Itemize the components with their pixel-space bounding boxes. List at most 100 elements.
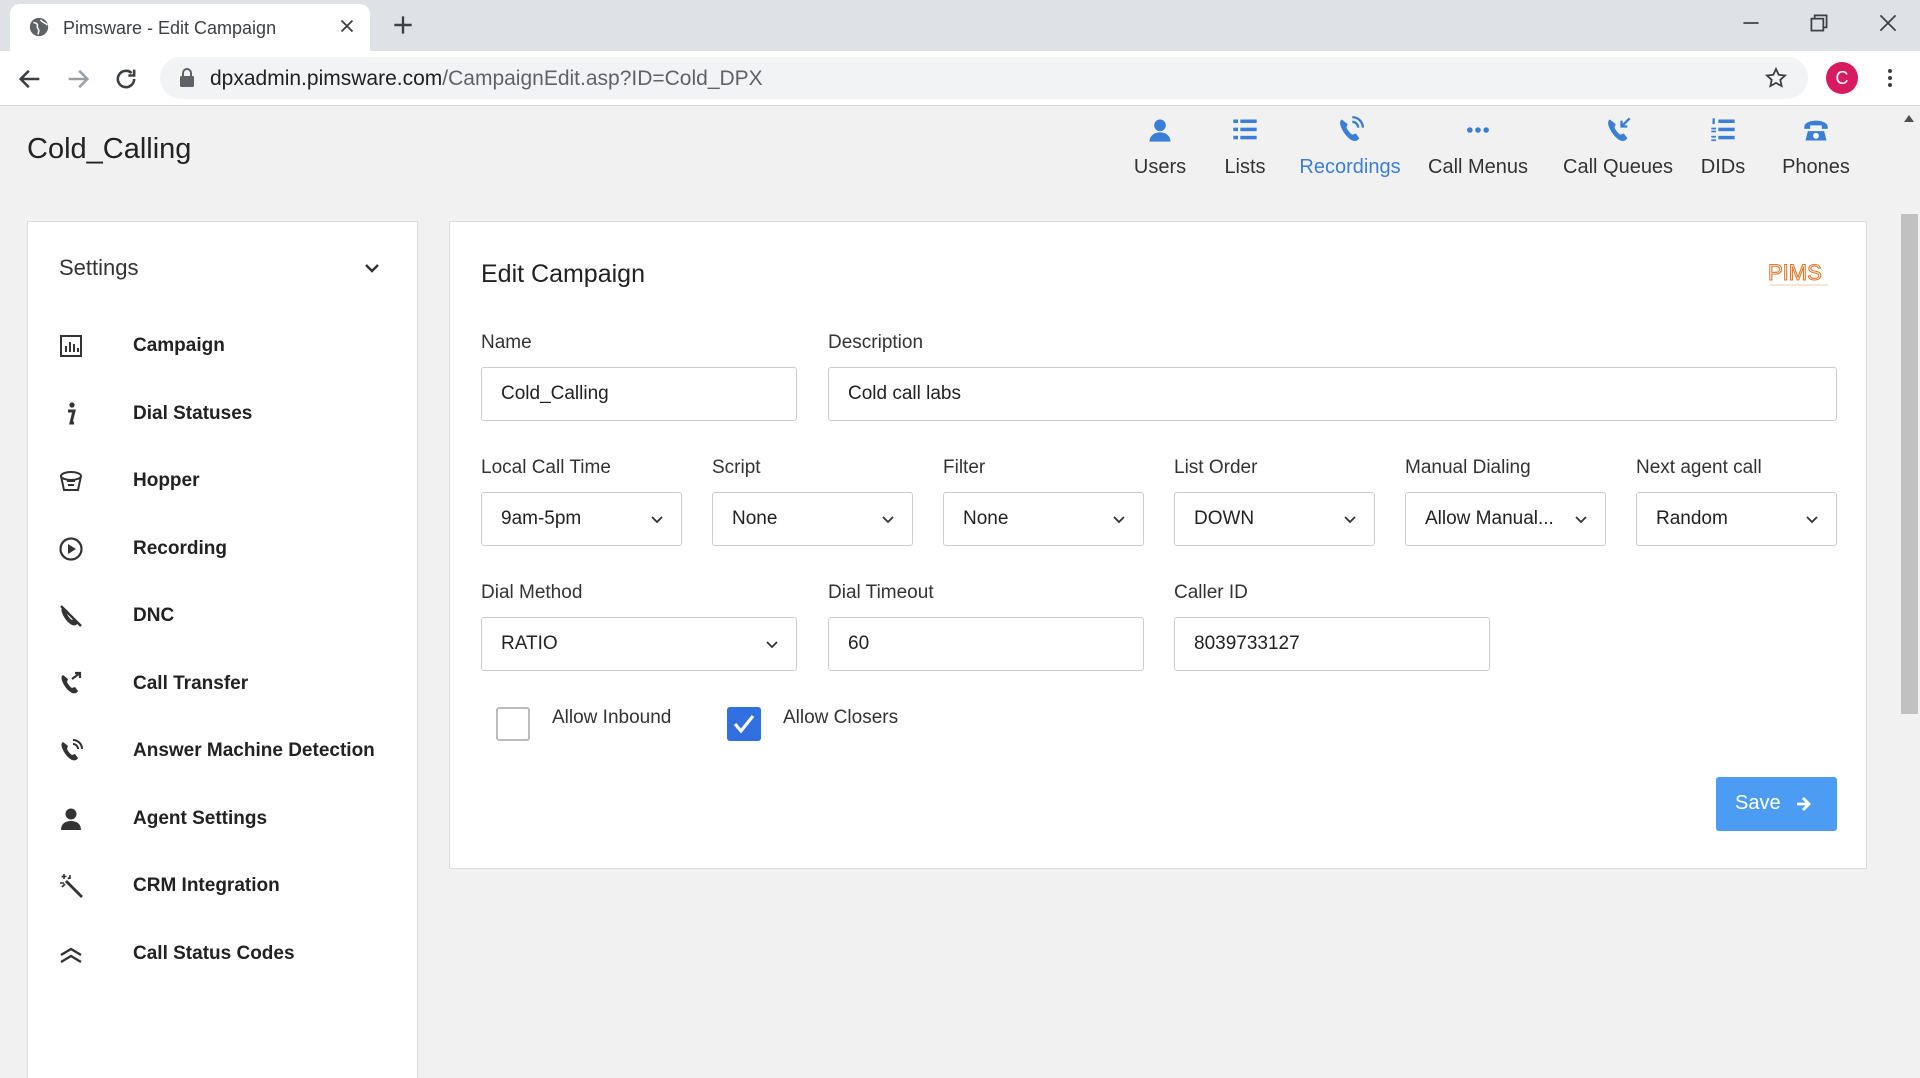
nav-dids[interactable]: DIDs <box>1693 116 1753 179</box>
chevron-down-icon <box>1806 516 1818 524</box>
next-agent-call-select[interactable]: Random <box>1636 492 1837 546</box>
lock-icon <box>180 68 194 87</box>
sidebar-item-label: CRM Integration <box>133 875 280 896</box>
chevron-down-icon <box>1113 516 1125 524</box>
allow-closers-label: Allow Closers <box>783 707 899 728</box>
numbered-list-icon <box>1711 118 1735 142</box>
sidebar-item-label: DNC <box>133 605 175 626</box>
profile-avatar[interactable]: C <box>1826 62 1858 94</box>
page-title: Cold_Calling <box>27 133 192 165</box>
sidebar-item-label: Recording <box>133 538 227 559</box>
restore-icon[interactable] <box>1806 10 1832 36</box>
url-host: dpxadmin.pimsware.com <box>210 67 443 90</box>
dial-method-select[interactable]: RATIO <box>481 617 797 671</box>
name-label: Name <box>481 332 532 353</box>
phone-slash-icon <box>60 605 82 627</box>
description-label: Description <box>828 332 924 353</box>
script-label: Script <box>712 457 761 478</box>
allow-inbound-checkbox[interactable] <box>496 707 530 741</box>
browser-tab[interactable]: Pimsware - Edit Campaign <box>10 4 370 51</box>
tab-title: Pimsware - Edit Campaign <box>63 18 277 38</box>
scrollbar-thumb[interactable] <box>1901 214 1918 714</box>
sidebar-item-dnc[interactable]: DNC <box>58 595 398 635</box>
allow-inbound-label: Allow Inbound <box>552 707 672 728</box>
sidebar-item-hopper[interactable]: Hopper <box>58 460 398 500</box>
list-order-value: DOWN <box>1194 508 1255 529</box>
sidebar-item-answer-machine-detection[interactable]: Answer Machine Detection <box>58 730 398 770</box>
back-arrow-icon[interactable] <box>16 65 44 93</box>
chevron-down-icon <box>1344 516 1356 524</box>
nav-phones[interactable]: Phones <box>1776 116 1856 179</box>
nav-label: Lists <box>1224 156 1266 178</box>
dial-timeout-input[interactable]: 60 <box>828 617 1144 671</box>
minimize-icon[interactable] <box>1738 10 1764 36</box>
script-select[interactable]: None <box>712 492 913 546</box>
nav-label: Call Menus <box>1428 156 1529 178</box>
nav-call-queues[interactable]: Call Queues <box>1563 116 1673 179</box>
address-bar[interactable]: dpxadmin.pimsware.com/CampaignEdit.asp?I… <box>160 57 1808 99</box>
filter-value: None <box>963 508 1009 529</box>
sidebar-item-call-transfer[interactable]: Call Transfer <box>58 663 398 703</box>
url-text: dpxadmin.pimsware.com/CampaignEdit.asp?I… <box>210 67 763 91</box>
chevron-down-icon <box>651 516 663 524</box>
nav-users[interactable]: Users <box>1125 116 1195 179</box>
bookmark-star-icon[interactable] <box>1764 66 1788 90</box>
dial-method-label: Dial Method <box>481 582 583 603</box>
manual-dialing-select[interactable]: Allow Manual... <box>1405 492 1606 546</box>
scroll-up-arrow-icon[interactable] <box>1903 114 1915 124</box>
checkmark-icon <box>733 715 755 734</box>
chevrons-up-icon <box>60 947 82 964</box>
close-window-icon[interactable] <box>1875 10 1901 36</box>
url-path: /CampaignEdit.asp?ID=Cold_DPX <box>442 67 763 90</box>
allow-closers-checkbox[interactable] <box>727 707 761 741</box>
sidebar-item-label: Dial Statuses <box>133 403 253 424</box>
filter-select[interactable]: None <box>943 492 1144 546</box>
nav-call-menus[interactable]: Call Menus <box>1428 116 1528 179</box>
nav-lists[interactable]: Lists <box>1210 116 1280 179</box>
local-call-time-label: Local Call Time <box>481 457 611 478</box>
sidebar-item-agent-settings[interactable]: Agent Settings <box>58 798 398 838</box>
phone-volume-icon <box>61 739 83 761</box>
next-agent-call-label: Next agent call <box>1636 457 1762 478</box>
sidebar-item-dial-statuses[interactable]: Dial Statuses <box>58 393 398 433</box>
phone-transfer-icon <box>61 671 82 694</box>
magic-wand-icon <box>60 874 83 898</box>
chart-bar-icon <box>60 335 82 357</box>
sidebar-item-call-status-codes[interactable]: Call Status Codes <box>58 933 398 973</box>
filter-label: Filter <box>943 457 986 478</box>
ellipsis-icon <box>1467 127 1489 133</box>
list-order-select[interactable]: DOWN <box>1174 492 1375 546</box>
user-icon <box>1149 119 1171 142</box>
chevron-down-icon[interactable] <box>362 258 382 278</box>
user-icon <box>61 808 81 830</box>
sidebar-item-label: Hopper <box>133 470 200 491</box>
browser-menu-icon[interactable] <box>1878 66 1902 90</box>
page-content: Cold_Calling Users Lists Recordings Call… <box>0 106 1920 1078</box>
caller-id-input[interactable]: 8039733127 <box>1174 617 1490 671</box>
dial-timeout-label: Dial Timeout <box>828 582 934 603</box>
local-call-time-select[interactable]: 9am-5pm <box>481 492 682 546</box>
save-button[interactable]: Save <box>1716 777 1837 831</box>
sidebar-item-recording[interactable]: Recording <box>58 528 398 568</box>
page-scrollbar[interactable] <box>1898 106 1920 1078</box>
nav-label: Users <box>1133 156 1187 178</box>
nav-recordings[interactable]: Recordings <box>1295 116 1405 179</box>
sidebar-item-campaign[interactable]: Campaign <box>58 325 398 365</box>
name-input[interactable]: Cold_Calling <box>481 367 797 421</box>
sidebar-item-label: Call Status Codes <box>133 943 295 964</box>
new-tab-icon[interactable] <box>390 12 416 38</box>
manual-dialing-value: Allow Manual... <box>1425 508 1554 529</box>
nav-label: Call Queues <box>1563 156 1674 178</box>
browser-toolbar: dpxadmin.pimsware.com/CampaignEdit.asp?I… <box>0 51 1920 106</box>
chevron-down-icon <box>766 641 778 649</box>
reload-icon[interactable] <box>112 65 140 93</box>
sidebar-item-label: Call Transfer <box>133 673 249 694</box>
sidebar-item-crm-integration[interactable]: CRM Integration <box>58 865 398 905</box>
next-agent-call-value: Random <box>1656 508 1728 529</box>
close-tab-icon[interactable] <box>336 15 358 37</box>
sidebar-item-label: Campaign <box>133 335 225 356</box>
edit-campaign-card: Edit Campaign PIMS Name Cold_Calling Des… <box>449 221 1867 869</box>
forward-arrow-icon[interactable] <box>64 65 92 93</box>
description-input[interactable]: Cold call labs <box>828 367 1837 421</box>
phone-volume-icon <box>1340 116 1364 141</box>
